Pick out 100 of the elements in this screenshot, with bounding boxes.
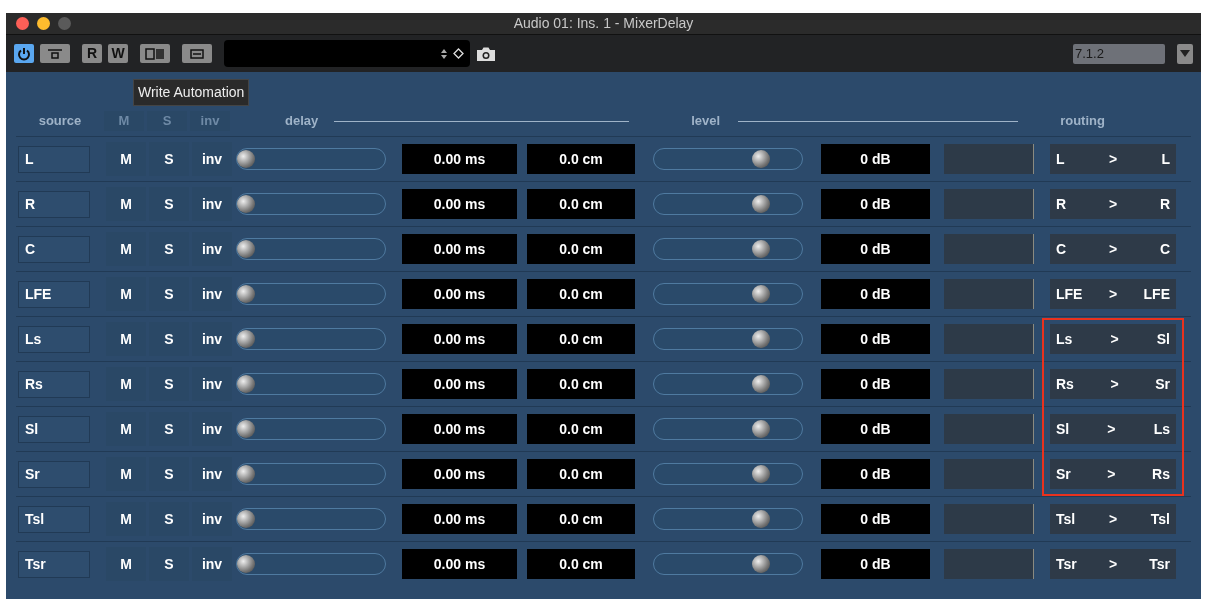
solo-button[interactable]: S <box>149 367 189 401</box>
solo-button[interactable]: S <box>149 187 189 221</box>
slider-track[interactable] <box>653 328 803 350</box>
routing-field[interactable]: Tsl > Tsl <box>1050 504 1176 534</box>
slider-track[interactable] <box>653 373 803 395</box>
slider-track[interactable] <box>653 553 803 575</box>
delay-ms-field[interactable]: 0.00 ms <box>402 459 517 489</box>
slider-thumb[interactable] <box>237 510 255 528</box>
delay-cm-field[interactable]: 0.0 cm <box>527 189 635 219</box>
slider-thumb[interactable] <box>751 465 770 483</box>
slider-thumb[interactable] <box>237 240 255 258</box>
automation-button[interactable]: R <box>82 44 102 63</box>
delay-cm-field[interactable]: 0.0 cm <box>527 144 635 174</box>
routing-field[interactable]: L > L <box>1050 144 1176 174</box>
slider-track[interactable] <box>236 553 386 575</box>
invert-button[interactable]: inv <box>192 142 232 176</box>
invert-button[interactable]: inv <box>192 457 232 491</box>
delay-ms-field[interactable]: 0.00 ms <box>402 144 517 174</box>
delay-cm-field[interactable]: 0.0 cm <box>527 279 635 309</box>
preset-field[interactable] <box>224 40 470 67</box>
delay-ms-field[interactable]: 0.00 ms <box>402 189 517 219</box>
delay-cm-field[interactable]: 0.0 cm <box>527 549 635 579</box>
mute-button[interactable]: M <box>106 277 146 311</box>
gain-field[interactable]: 0 dB <box>821 504 930 534</box>
slider-track[interactable] <box>236 508 386 530</box>
slider-thumb[interactable] <box>751 240 770 258</box>
slider-track[interactable] <box>653 418 803 440</box>
delay-ms-field[interactable]: 0.00 ms <box>402 414 517 444</box>
gain-field[interactable]: 0 dB <box>821 324 930 354</box>
delay-cm-field[interactable]: 0.0 cm <box>527 234 635 264</box>
delay-cm-field[interactable]: 0.0 cm <box>527 459 635 489</box>
invert-button[interactable]: inv <box>192 232 232 266</box>
delay-ms-field[interactable]: 0.00 ms <box>402 279 517 309</box>
slider-track[interactable] <box>236 148 386 170</box>
invert-button[interactable]: inv <box>192 187 232 221</box>
slider-thumb[interactable] <box>751 420 770 438</box>
slider-thumb[interactable] <box>751 195 770 213</box>
close-button[interactable] <box>16 17 29 30</box>
slider-thumb[interactable] <box>751 330 770 348</box>
slider-thumb[interactable] <box>237 555 255 573</box>
slider-thumb[interactable] <box>751 555 770 573</box>
slider-track[interactable] <box>236 238 386 260</box>
delay-ms-field[interactable]: 0.00 ms <box>402 234 517 264</box>
slider-thumb[interactable] <box>237 465 255 483</box>
camera-icon[interactable] <box>476 45 496 62</box>
solo-button[interactable]: S <box>149 502 189 536</box>
delay-ms-field[interactable]: 0.00 ms <box>402 504 517 534</box>
gain-field[interactable]: 0 dB <box>821 549 930 579</box>
routing-field[interactable]: Sl > Ls <box>1050 414 1176 444</box>
delay-cm-field[interactable]: 0.0 cm <box>527 369 635 399</box>
solo-button[interactable]: S <box>149 322 189 356</box>
routing-field[interactable]: Sr > Rs <box>1050 459 1176 489</box>
slider-track[interactable] <box>653 283 803 305</box>
solo-button[interactable]: S <box>149 547 189 581</box>
gain-field[interactable]: 0 dB <box>821 369 930 399</box>
routing-field[interactable]: R > R <box>1050 189 1176 219</box>
delay-cm-field[interactable]: 0.0 cm <box>527 414 635 444</box>
slider-track[interactable] <box>236 418 386 440</box>
routing-field[interactable]: Rs > Sr <box>1050 369 1176 399</box>
gain-field[interactable]: 0 dB <box>821 234 930 264</box>
routing-field[interactable]: Ls > Sl <box>1050 324 1176 354</box>
mute-button[interactable]: M <box>106 232 146 266</box>
mute-button[interactable]: M <box>106 547 146 581</box>
slider-track[interactable] <box>236 373 386 395</box>
delay-ms-field[interactable]: 0.00 ms <box>402 369 517 399</box>
routing-field[interactable]: C > C <box>1050 234 1176 264</box>
invert-button[interactable]: inv <box>192 322 232 356</box>
slider-thumb[interactable] <box>237 420 255 438</box>
gain-field[interactable]: 0 dB <box>821 144 930 174</box>
invert-button[interactable]: inv <box>192 412 232 446</box>
invert-button[interactable]: inv <box>192 277 232 311</box>
mute-button[interactable]: M <box>106 457 146 491</box>
slider-thumb[interactable] <box>237 375 255 393</box>
slider-thumb[interactable] <box>237 150 255 168</box>
delay-ms-field[interactable]: 0.00 ms <box>402 549 517 579</box>
routing-field[interactable]: LFE > LFE <box>1050 279 1176 309</box>
solo-button[interactable]: S <box>149 232 189 266</box>
slider-thumb[interactable] <box>237 285 255 303</box>
gain-field[interactable]: 0 dB <box>821 414 930 444</box>
solo-button[interactable]: S <box>149 142 189 176</box>
gain-field[interactable]: 0 dB <box>821 459 930 489</box>
slider-thumb[interactable] <box>751 285 770 303</box>
mute-button[interactable]: M <box>106 412 146 446</box>
delay-cm-field[interactable]: 0.0 cm <box>527 324 635 354</box>
slider-track[interactable] <box>236 193 386 215</box>
invert-button[interactable]: inv <box>192 547 232 581</box>
delay-cm-field[interactable]: 0.0 cm <box>527 504 635 534</box>
slider-track[interactable] <box>653 463 803 485</box>
invert-button[interactable]: inv <box>192 502 232 536</box>
gain-field[interactable]: 0 dB <box>821 189 930 219</box>
panel-button[interactable] <box>182 44 212 63</box>
slider-track[interactable] <box>236 283 386 305</box>
slider-track[interactable] <box>236 328 386 350</box>
slider-thumb[interactable] <box>751 150 770 168</box>
slider-track[interactable] <box>653 238 803 260</box>
mute-button[interactable]: M <box>106 502 146 536</box>
routing-field[interactable]: Tsr > Tsr <box>1050 549 1176 579</box>
solo-button[interactable]: S <box>149 457 189 491</box>
bypass-button[interactable] <box>40 44 70 63</box>
dropdown-button[interactable] <box>1177 43 1193 64</box>
